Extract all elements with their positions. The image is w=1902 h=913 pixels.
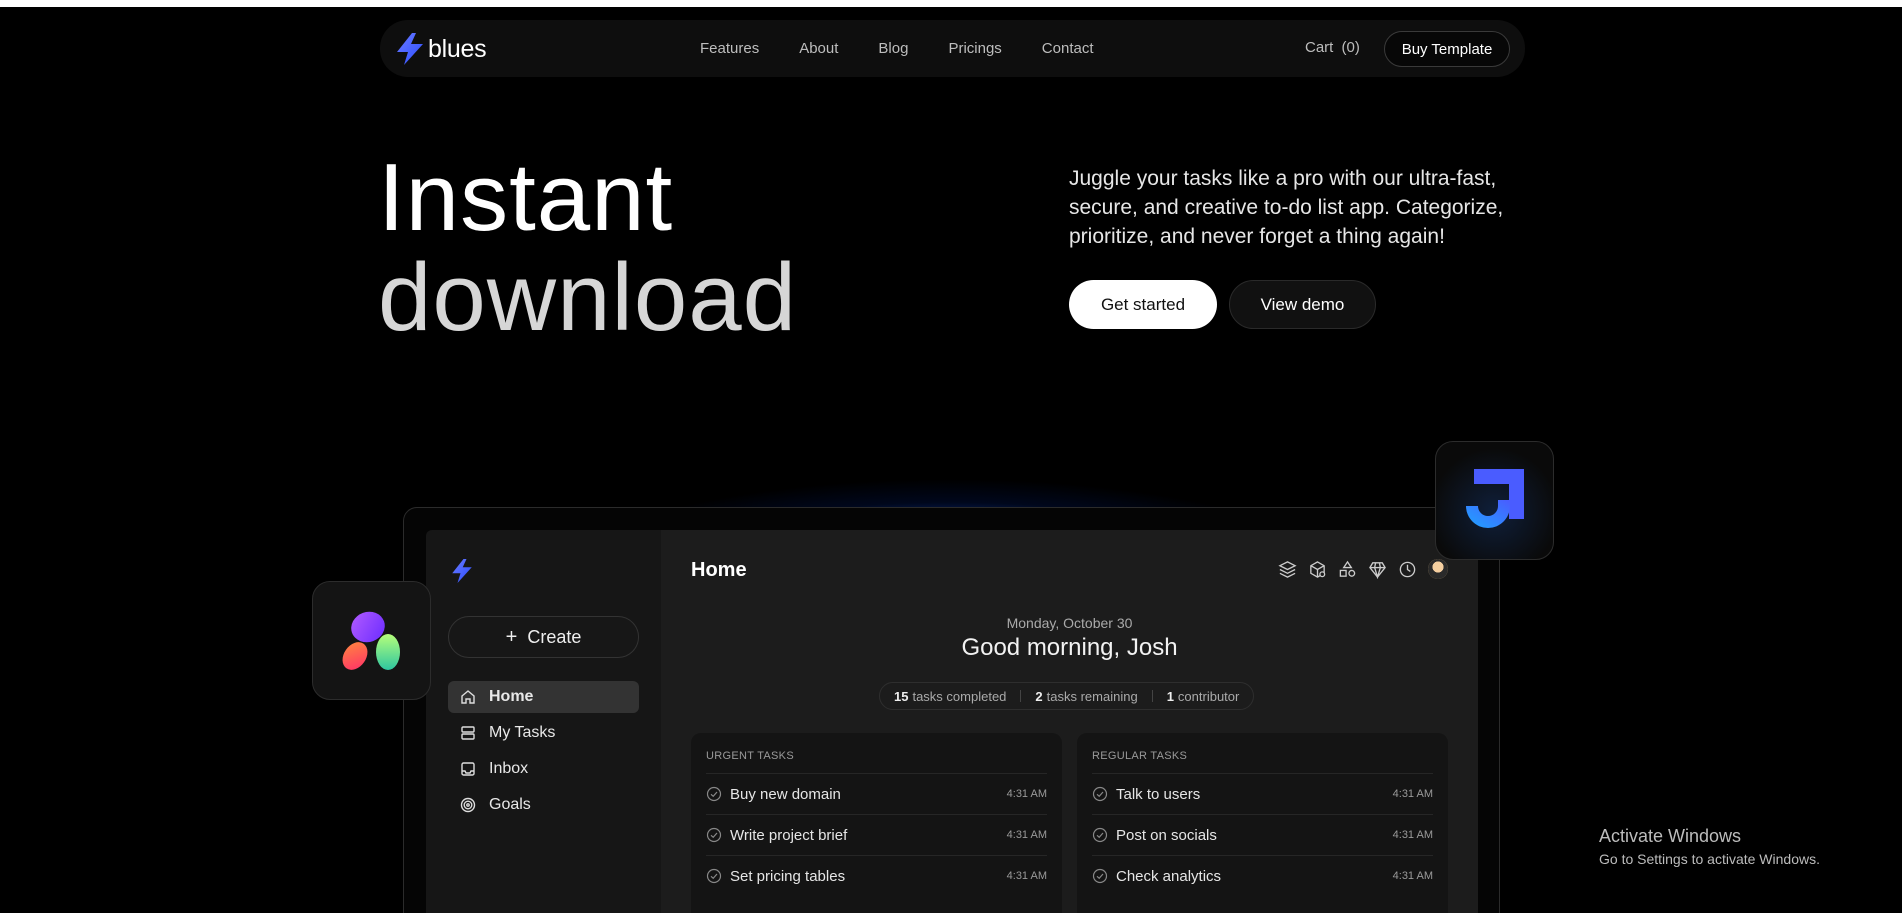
hero-description: Juggle your tasks like a pro with our ul…	[1069, 167, 1504, 248]
avatar[interactable]	[1428, 559, 1448, 579]
nav-link-blog[interactable]: Blog	[878, 40, 908, 57]
regular-tasks-card: REGULAR TASKS Talk to users 4:31 AM Post…	[1077, 733, 1448, 913]
hook-logo-icon	[1466, 469, 1524, 528]
create-button[interactable]: + Create	[448, 616, 639, 658]
nav-link-pricings[interactable]: Pricings	[948, 40, 1001, 57]
home-icon	[461, 690, 475, 704]
task-time: 4:31 AM	[1006, 870, 1047, 882]
box-icon[interactable]	[1308, 560, 1327, 579]
buy-template-button[interactable]: Buy Template	[1384, 31, 1510, 67]
page-title: Home	[691, 559, 747, 581]
task-time: 4:31 AM	[1392, 788, 1433, 800]
task-name: Check analytics	[1116, 867, 1222, 885]
view-demo-button[interactable]: View demo	[1229, 280, 1376, 329]
task-name: Post on socials	[1116, 826, 1217, 844]
check-circle-icon[interactable]	[706, 868, 722, 884]
cart-link[interactable]: Cart (0)	[1305, 39, 1360, 56]
stat-contributors: 1 contributor	[1166, 688, 1240, 704]
clock-icon[interactable]	[1398, 560, 1417, 579]
check-circle-icon[interactable]	[1092, 786, 1108, 802]
watermark-title: Activate Windows	[1599, 826, 1742, 846]
card-title: URGENT TASKS	[706, 750, 794, 762]
target-icon	[460, 797, 476, 813]
colorful-drops-icon	[342, 611, 400, 670]
task-row[interactable]: Check analytics 4:31 AM	[1092, 855, 1433, 896]
cart-count: (0)	[1341, 39, 1360, 56]
cart-label: Cart	[1305, 39, 1334, 56]
bolt-logo-icon	[452, 559, 472, 583]
floating-app-icon-left	[312, 581, 431, 700]
task-row[interactable]: Write project brief 4:31 AM	[706, 814, 1047, 855]
check-circle-icon[interactable]	[1092, 827, 1108, 843]
hero-title: Instant download	[378, 148, 797, 348]
check-circle-icon[interactable]	[706, 827, 722, 843]
check-circle-icon[interactable]	[1092, 868, 1108, 884]
app-logo[interactable]	[450, 558, 474, 589]
sidebar-item-label: My Tasks	[489, 724, 556, 741]
create-label: Create	[527, 626, 582, 647]
shapes-icon[interactable]	[1338, 560, 1357, 579]
stat-divider	[1151, 690, 1153, 702]
sidebar-item-inbox[interactable]: Inbox	[448, 753, 639, 785]
task-row[interactable]: Talk to users 4:31 AM	[1092, 773, 1433, 814]
nav-link-features[interactable]: Features	[700, 40, 759, 57]
get-started-button[interactable]: Get started	[1069, 280, 1217, 329]
logo-text: blues	[428, 34, 487, 63]
logo[interactable]: blues	[394, 32, 487, 66]
inbox-icon	[461, 762, 475, 776]
current-date: Monday, October 30	[1006, 615, 1133, 631]
floating-app-icon-right	[1435, 441, 1554, 560]
sidebar-item-label: Home	[489, 688, 534, 705]
stat-remaining: 2 tasks remaining	[1035, 688, 1138, 704]
windows-activation-watermark: Activate Windows Go to Settings to activ…	[1599, 826, 1820, 867]
plus-icon: +	[505, 625, 518, 648]
check-circle-icon[interactable]	[706, 786, 722, 802]
nav-link-contact[interactable]: Contact	[1042, 40, 1094, 57]
layers-icon[interactable]	[1278, 560, 1297, 579]
browser-top-strip	[0, 0, 1902, 7]
header-icons	[1278, 559, 1448, 579]
stat-completed: 15 tasks completed	[894, 688, 1007, 704]
task-stats: 15 tasks completed 2 tasks remaining 1 cont…	[879, 682, 1255, 710]
urgent-tasks-card: URGENT TASKS Buy new domain 4:31 AM Writ…	[691, 733, 1062, 913]
nav-links: Features About Blog Pricings Contact	[700, 20, 1094, 77]
tasks-icon	[461, 726, 475, 740]
sidebar-item-goals[interactable]: Goals	[448, 789, 639, 821]
diamond-icon[interactable]	[1368, 560, 1387, 579]
stat-divider	[1020, 690, 1022, 702]
card-title: REGULAR TASKS	[1092, 750, 1188, 762]
task-name: Set pricing tables	[730, 867, 846, 885]
sidebar-item-label: Inbox	[489, 760, 529, 777]
task-name: Buy new domain	[730, 785, 841, 803]
task-name: Talk to users	[1116, 785, 1201, 803]
bolt-logo-icon	[397, 33, 423, 65]
task-time: 4:31 AM	[1392, 829, 1433, 841]
task-row[interactable]: Buy new domain 4:31 AM	[706, 773, 1047, 814]
sidebar-item-my-tasks[interactable]: My Tasks	[448, 717, 639, 749]
task-row[interactable]: Set pricing tables 4:31 AM	[706, 855, 1047, 896]
nav-link-about[interactable]: About	[799, 40, 838, 57]
task-time: 4:31 AM	[1006, 829, 1047, 841]
app-main: Home Monday, October 30 Good morning, Jo…	[661, 530, 1478, 913]
app-sidebar: + Create Home My Tasks Inbox Goals	[426, 530, 661, 913]
task-time: 4:31 AM	[1006, 788, 1047, 800]
task-name: Write project brief	[730, 826, 848, 844]
greeting: Good morning, Josh	[961, 634, 1178, 661]
hero-title-line1: Instant	[378, 144, 674, 251]
navbar: blues Features About Blog Pricings Conta…	[380, 20, 1525, 77]
task-time: 4:31 AM	[1392, 870, 1433, 882]
sidebar-item-home[interactable]: Home	[448, 681, 639, 713]
sidebar-item-label: Goals	[489, 796, 531, 813]
watermark-subtitle: Go to Settings to activate Windows.	[1599, 851, 1820, 867]
sidebar-nav: Home My Tasks Inbox Goals	[448, 681, 639, 825]
task-row[interactable]: Post on socials 4:31 AM	[1092, 814, 1433, 855]
